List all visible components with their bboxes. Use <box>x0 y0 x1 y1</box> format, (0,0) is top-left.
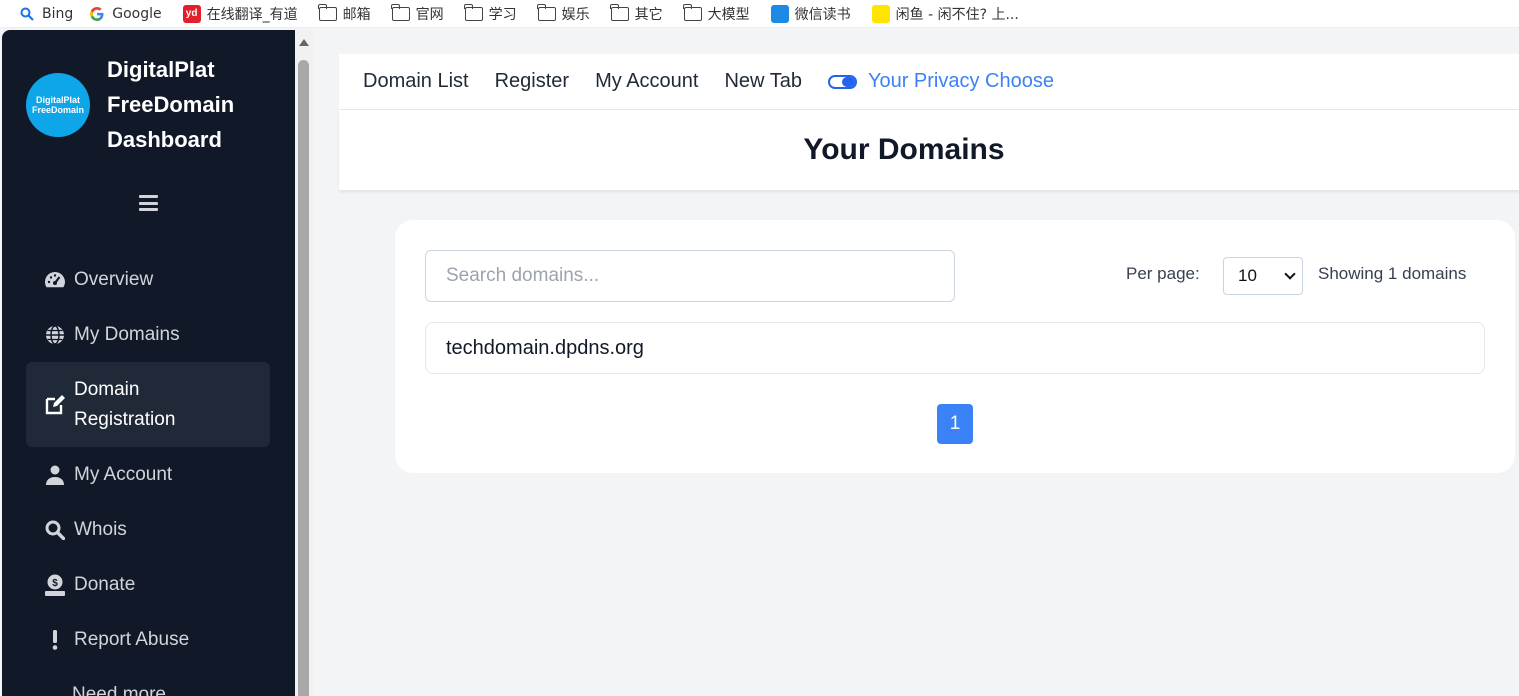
folder-icon <box>610 3 629 23</box>
page-header: Your Domains <box>339 110 1519 190</box>
brand-title: DigitalPlat FreeDomain Dashboard <box>107 52 287 157</box>
privacy-choices-link[interactable]: Your Privacy Choose <box>827 70 1054 93</box>
sidebar-item-label: Overview <box>74 269 154 290</box>
bookmark-youdao[interactable]: yd 在线翻译_有道 <box>173 0 309 28</box>
sidebar-item-label: Need more <box>72 684 166 696</box>
folder-icon <box>683 3 702 23</box>
bookmark-folder-llm[interactable]: 大模型 <box>674 0 761 28</box>
nav-link-register[interactable]: Register <box>495 70 569 93</box>
sidebar-item-my-account[interactable]: My Account <box>26 458 270 492</box>
bookmark-folder-other[interactable]: 其它 <box>601 0 674 28</box>
bookmark-label: 大模型 <box>707 6 750 23</box>
folder-icon <box>318 3 337 23</box>
privacy-label: Your Privacy Choose <box>867 70 1054 92</box>
bookmark-label: Bing <box>42 5 74 22</box>
brand-line: DigitalPlat <box>107 57 215 82</box>
sidebar-item-label: My Account <box>74 464 173 485</box>
nav-link-my-account[interactable]: My Account <box>595 70 698 93</box>
logo-text-line2: FreeDomain <box>31 105 84 115</box>
bookmark-weread[interactable]: 微信读书 <box>761 0 862 28</box>
bookmarks-bar: Bing Google yd 在线翻译_有道 邮箱 官网 学习 娱乐 其它 大模… <box>0 0 1519 28</box>
sidebar-scrollbar[interactable] <box>295 30 313 696</box>
youdao-icon: yd <box>182 4 201 23</box>
bookmark-label: 闲鱼 - 闲不住? 上... <box>895 6 1019 23</box>
bookmark-folder-entertainment[interactable]: 娱乐 <box>528 0 601 28</box>
scroll-thumb[interactable] <box>298 60 309 696</box>
page-number: 1 <box>949 413 961 434</box>
pagination-page-button[interactable]: 1 <box>937 404 973 444</box>
sidebar-item-label: My Domains <box>74 324 180 345</box>
bookmark-google[interactable]: Google <box>84 0 172 28</box>
weread-icon <box>770 4 789 23</box>
bookmark-label: 其它 <box>634 6 663 23</box>
globe-icon <box>44 324 66 346</box>
top-nav: Domain List Register My Account New Tab … <box>339 54 1519 110</box>
privacy-toggle-icon <box>827 74 857 89</box>
bookmark-label: 微信读书 <box>794 6 851 23</box>
google-icon <box>88 5 106 23</box>
exclamation-icon <box>44 629 66 651</box>
sidebar-item-report-abuse[interactable]: Report Abuse <box>26 623 270 657</box>
brand-line: FreeDomain <box>107 92 235 117</box>
chevron-down-icon <box>1284 267 1296 280</box>
sidebar-item-label: Report Abuse <box>74 629 190 650</box>
search-domains-input[interactable] <box>425 250 955 302</box>
page-title: Your Domains <box>803 133 1005 166</box>
bookmark-folder-mail[interactable]: 邮箱 <box>309 0 382 28</box>
folder-icon <box>391 3 410 23</box>
user-icon <box>44 464 66 486</box>
sidebar-item-whois[interactable]: Whois <box>26 513 270 547</box>
sidebar-item-need-more[interactable]: Need more <box>26 678 270 696</box>
sidebar-item-label: Domain Registration <box>74 378 176 430</box>
folder-icon <box>537 3 556 23</box>
bookmark-label: 邮箱 <box>342 6 371 23</box>
xianyu-icon <box>871 4 890 23</box>
per-page-value: 10 <box>1238 266 1257 285</box>
bookmark-folder-study[interactable]: 学习 <box>455 0 528 28</box>
domain-name: techdomain.dpdns.org <box>446 336 644 359</box>
sidebar-item-domain-registration[interactable]: Domain Registration <box>26 362 270 447</box>
logo-text-line1: DigitalPlat <box>35 95 80 105</box>
bookmark-folder-official[interactable]: 官网 <box>382 0 455 28</box>
scroll-up-arrow-icon[interactable] <box>299 39 309 46</box>
donate-icon: $ <box>44 574 66 596</box>
sidebar-item-overview[interactable]: Overview <box>26 263 270 297</box>
menu-toggle-icon[interactable] <box>139 195 158 211</box>
edit-icon <box>44 394 66 416</box>
sidebar-item-label: Whois <box>74 519 127 540</box>
sidebar-item-label: Donate <box>74 574 136 595</box>
nav-link-new-tab[interactable]: New Tab <box>724 70 801 93</box>
bookmark-bing[interactable]: Bing <box>0 0 84 28</box>
search-icon <box>44 519 66 541</box>
bookmark-label: 官网 <box>415 6 444 23</box>
sidebar-item-my-domains[interactable]: My Domains <box>26 318 270 352</box>
nav-link-domain-list[interactable]: Domain List <box>363 70 469 93</box>
bookmark-label: Google <box>112 5 162 22</box>
bookmark-xianyu[interactable]: 闲鱼 - 闲不住? 上... <box>862 0 1030 28</box>
bookmark-label: 在线翻译_有道 <box>206 6 298 23</box>
sidebar-item-donate[interactable]: $ Donate <box>26 568 270 602</box>
bookmark-label: 学习 <box>488 6 517 23</box>
brand-line: Dashboard <box>107 127 222 152</box>
sidebar: DigitalPlat FreeDomain DigitalPlat FreeD… <box>2 30 295 696</box>
per-page-label: Per page: <box>1126 264 1200 283</box>
brand-logo[interactable]: DigitalPlat FreeDomain <box>26 73 90 137</box>
per-page-select[interactable]: 10 <box>1223 257 1303 295</box>
domain-list-item[interactable]: techdomain.dpdns.org <box>425 322 1485 374</box>
bookmark-label: 娱乐 <box>561 6 590 23</box>
folder-icon <box>464 3 483 23</box>
gauge-icon <box>44 269 66 291</box>
bing-search-icon <box>18 5 36 23</box>
showing-count: Showing 1 domains <box>1318 264 1467 283</box>
domains-card: Per page: 10 Showing 1 domains techdomai… <box>395 220 1515 473</box>
svg-text:$: $ <box>52 578 58 589</box>
